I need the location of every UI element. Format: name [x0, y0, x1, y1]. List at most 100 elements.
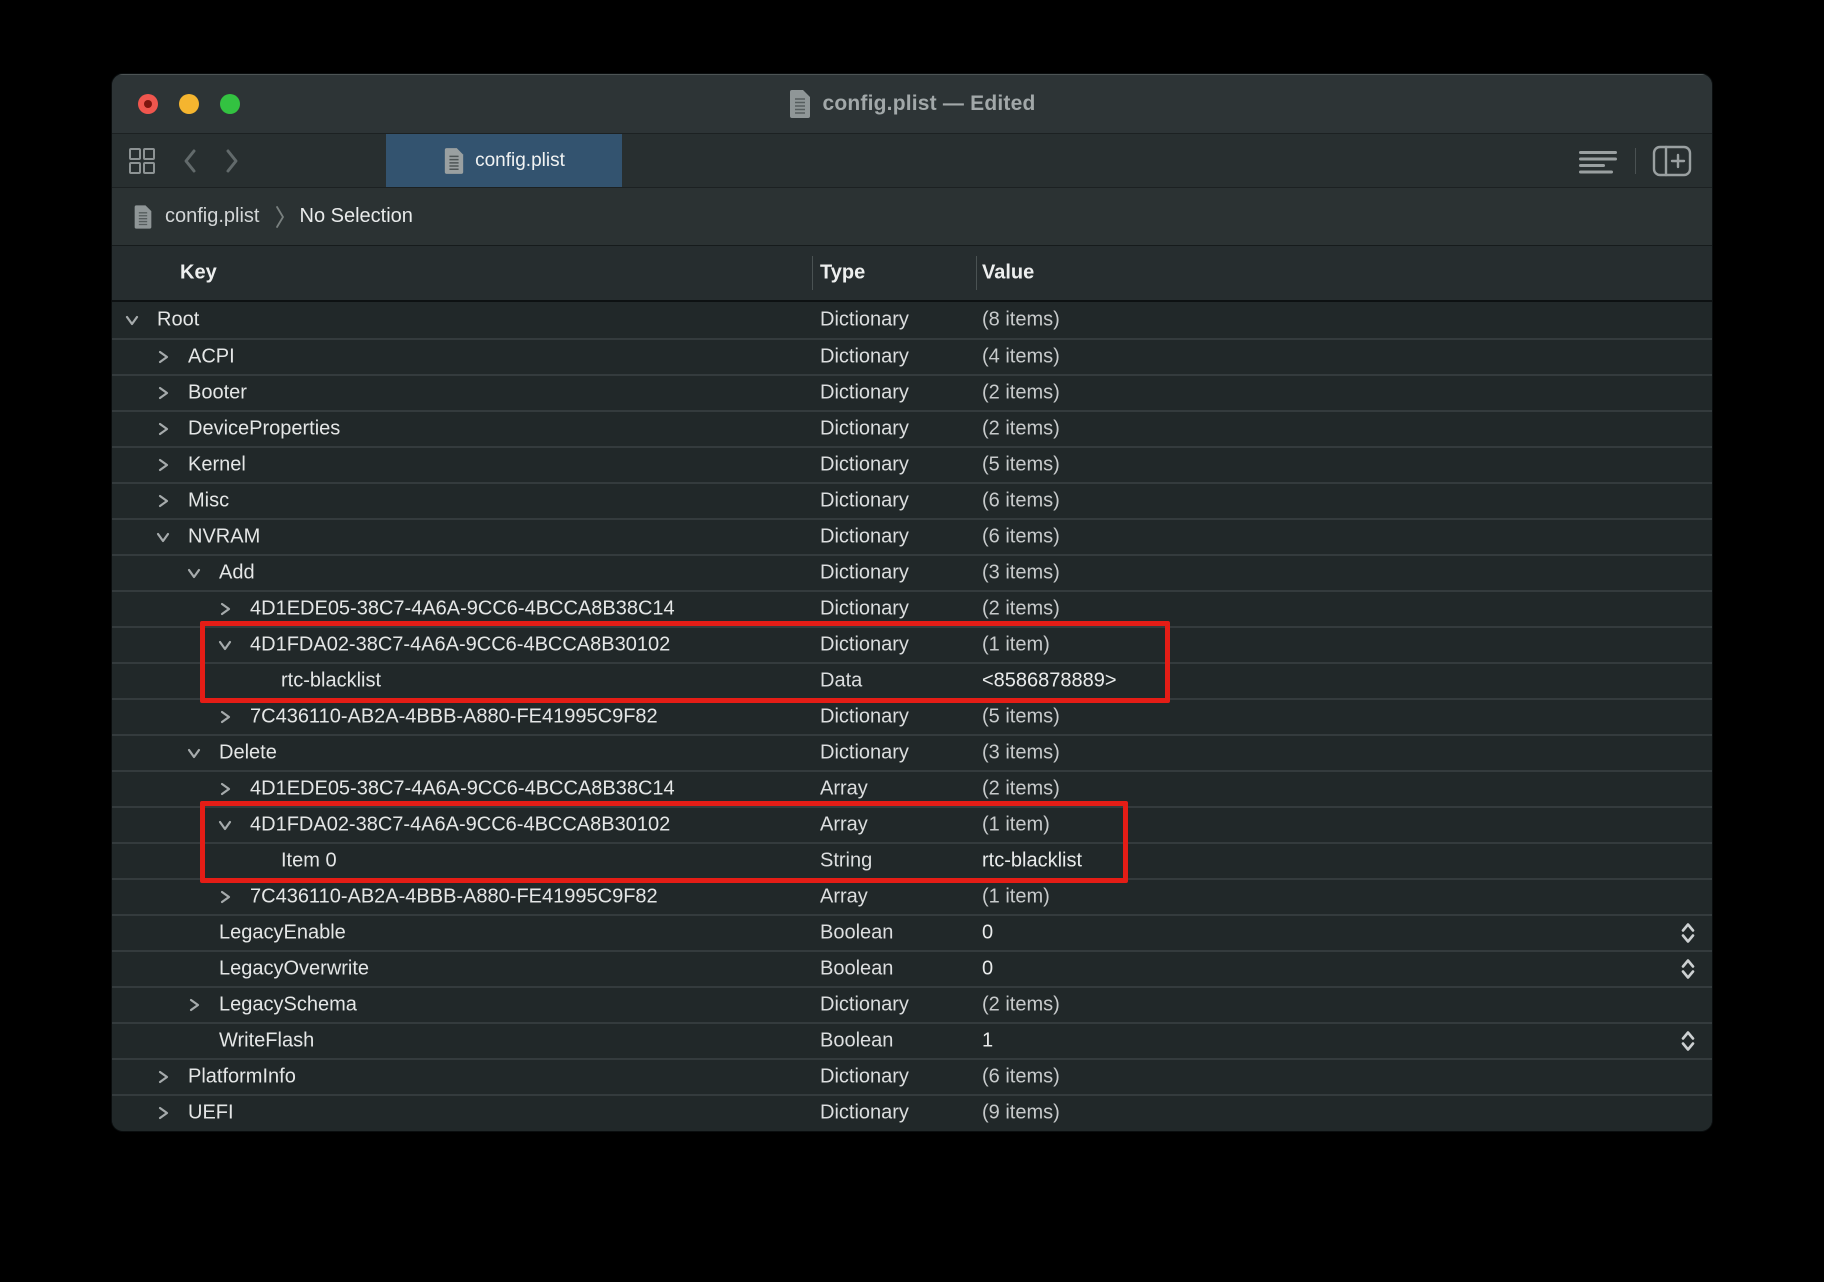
breadcrumb: config.plist No Selection [112, 188, 1712, 246]
table-row[interactable]: Kernel Dictionary (5 items) [112, 446, 1712, 482]
row-value: (2 items) [982, 381, 1060, 404]
row-value: (9 items) [982, 1101, 1060, 1124]
forward-button[interactable] [224, 148, 240, 174]
table-row[interactable]: PlatformInfo Dictionary (6 items) [112, 1058, 1712, 1094]
boolean-stepper[interactable] [1680, 1030, 1696, 1053]
row-type: Dictionary [820, 489, 909, 512]
column-divider[interactable] [976, 256, 977, 290]
column-divider[interactable] [812, 256, 813, 290]
disclosure-chevron-down-icon[interactable] [218, 638, 232, 652]
tab-config-plist[interactable]: config.plist [386, 134, 622, 187]
table-row[interactable]: WriteFlash Boolean 1 [112, 1022, 1712, 1058]
table-row[interactable]: Add Dictionary (3 items) [112, 554, 1712, 590]
row-value: (4 items) [982, 345, 1060, 368]
table-row[interactable]: 4D1FDA02-38C7-4A6A-9CC6-4BCCA8B30102 Arra… [112, 806, 1712, 842]
table-row[interactable]: LegacyOverwrite Boolean 0 [112, 950, 1712, 986]
table-row[interactable]: 7C436110-AB2A-4BBB-A880-FE41995C9F82 Arra… [112, 878, 1712, 914]
row-key: rtc-blacklist [281, 669, 382, 692]
disclosure-chevron-right-icon[interactable] [156, 386, 170, 400]
disclosure-chevron-right-icon[interactable] [156, 1070, 170, 1084]
row-value: (3 items) [982, 561, 1060, 584]
table-header: Key Type Value [112, 246, 1712, 302]
related-items-icon[interactable] [128, 147, 156, 175]
row-key: Add [219, 561, 255, 584]
boolean-stepper[interactable] [1680, 958, 1696, 981]
row-type: Dictionary [820, 993, 909, 1016]
disclosure-chevron-down-icon[interactable] [187, 746, 201, 760]
column-header-type[interactable]: Type [820, 262, 865, 285]
table-row[interactable]: LegacyEnable Boolean 0 [112, 914, 1712, 950]
row-type: Dictionary [820, 561, 909, 584]
disclosure-chevron-right-icon[interactable] [156, 350, 170, 364]
row-value: (2 items) [982, 417, 1060, 440]
back-button[interactable] [182, 148, 198, 174]
table-row[interactable]: ACPI Dictionary (4 items) [112, 338, 1712, 374]
column-header-value[interactable]: Value [982, 262, 1034, 285]
row-type: Dictionary [820, 741, 909, 764]
table-row[interactable]: UEFI Dictionary (9 items) [112, 1094, 1712, 1130]
row-type: Data [820, 669, 863, 692]
table-row[interactable]: DeviceProperties Dictionary (2 items) [112, 410, 1712, 446]
table-row[interactable]: 7C436110-AB2A-4BBB-A880-FE41995C9F82 Dict… [112, 698, 1712, 734]
table-row[interactable]: 4D1EDE05-38C7-4A6A-9CC6-4BCCA8B38C14 Dict… [112, 590, 1712, 626]
breadcrumb-item-file[interactable]: config.plist [165, 205, 260, 228]
disclosure-chevron-right-icon[interactable] [156, 1106, 170, 1120]
window-title-group: config.plist — Edited [788, 89, 1035, 119]
editor-options-icon[interactable] [1577, 147, 1619, 175]
row-value: (8 items) [982, 308, 1060, 331]
disclosure-chevron-down-icon[interactable] [187, 566, 201, 580]
row-value: (6 items) [982, 525, 1060, 548]
table-row[interactable]: Delete Dictionary (3 items) [112, 734, 1712, 770]
table-row[interactable]: Booter Dictionary (2 items) [112, 374, 1712, 410]
table-row[interactable]: 4D1FDA02-38C7-4A6A-9CC6-4BCCA8B30102 Dict… [112, 626, 1712, 662]
disclosure-chevron-right-icon[interactable] [218, 710, 232, 724]
breadcrumb-item-selection[interactable]: No Selection [300, 205, 413, 228]
disclosure-chevron-down-icon[interactable] [156, 530, 170, 544]
table-row[interactable]: rtc-blacklist Data <8586878889> [112, 662, 1712, 698]
row-type: Boolean [820, 921, 894, 944]
table-row[interactable]: Misc Dictionary (6 items) [112, 482, 1712, 518]
table-row[interactable]: Root Dictionary (8 items) [112, 302, 1712, 338]
boolean-stepper[interactable] [1680, 922, 1696, 945]
disclosure-chevron-right-icon[interactable] [156, 458, 170, 472]
row-key: WriteFlash [219, 1029, 315, 1052]
close-button[interactable] [138, 93, 158, 114]
edited-dot-icon [144, 99, 152, 108]
row-type: Dictionary [820, 308, 909, 331]
row-type: Dictionary [820, 597, 909, 620]
row-value: (1 item) [982, 633, 1050, 656]
disclosure-chevron-right-icon[interactable] [156, 494, 170, 508]
column-header-key[interactable]: Key [180, 262, 217, 285]
row-key: LegacyOverwrite [219, 957, 370, 980]
disclosure-chevron-right-icon[interactable] [218, 602, 232, 616]
table-row[interactable]: 4D1EDE05-38C7-4A6A-9CC6-4BCCA8B38C14 Arra… [112, 770, 1712, 806]
row-value: (5 items) [982, 453, 1060, 476]
disclosure-chevron-down-icon[interactable] [218, 818, 232, 832]
row-key: DeviceProperties [188, 417, 341, 440]
row-value: (6 items) [982, 489, 1060, 512]
document-icon [788, 89, 812, 119]
zoom-button[interactable] [220, 93, 240, 114]
disclosure-chevron-right-icon[interactable] [156, 422, 170, 436]
row-type: Dictionary [820, 633, 909, 656]
row-type: Dictionary [820, 1065, 909, 1088]
row-key: Misc [188, 489, 230, 512]
table-row[interactable]: LegacySchema Dictionary (2 items) [112, 986, 1712, 1022]
outline-table: Root Dictionary (8 items) ACPI Dictionary (4 … [112, 302, 1712, 1131]
add-editor-icon[interactable] [1652, 145, 1692, 177]
row-value: 0 [982, 921, 994, 944]
row-value: (2 items) [982, 777, 1060, 800]
disclosure-chevron-right-icon[interactable] [187, 998, 201, 1012]
tab-label: config.plist [475, 149, 565, 171]
row-value: rtc-blacklist [982, 849, 1083, 872]
table-row[interactable]: NVRAM Dictionary (6 items) [112, 518, 1712, 554]
disclosure-chevron-right-icon[interactable] [218, 890, 232, 904]
table-row[interactable]: Item 0 String rtc-blacklist [112, 842, 1712, 878]
row-key: 4D1EDE05-38C7-4A6A-9CC6-4BCCA8B38C14 [250, 777, 675, 800]
row-key: NVRAM [188, 525, 261, 548]
disclosure-chevron-down-icon[interactable] [125, 313, 139, 327]
row-type: Array [820, 777, 868, 800]
disclosure-chevron-right-icon[interactable] [218, 782, 232, 796]
tab-document-icon [443, 147, 465, 175]
minimize-button[interactable] [179, 93, 199, 114]
